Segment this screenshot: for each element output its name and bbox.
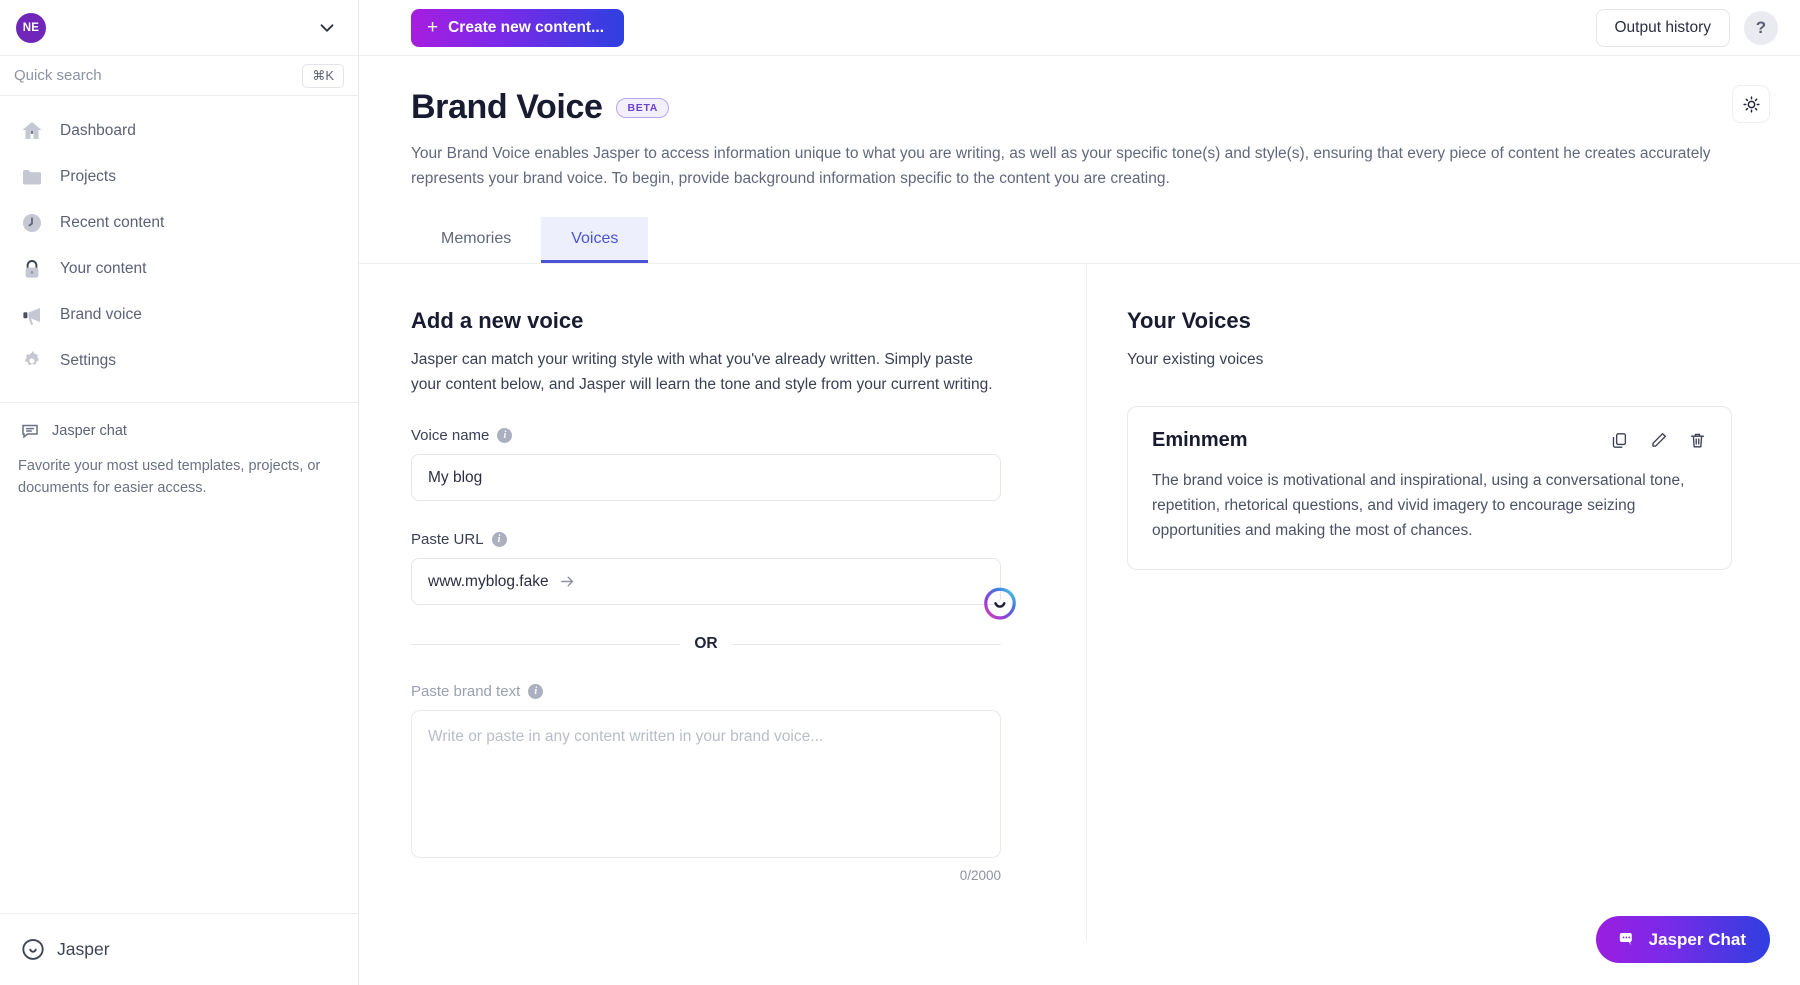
sidebar-item-label: Projects <box>60 168 116 186</box>
home-icon <box>20 119 44 143</box>
gear-icon <box>20 349 44 373</box>
sidebar-nav: Dashboard Projects Recent content Your c… <box>0 96 358 392</box>
paste-url-value: www.myblog.fake <box>428 573 549 591</box>
page-description: Your Brand Voice enables Jasper to acces… <box>411 141 1711 191</box>
account-switcher[interactable]: NE <box>0 0 358 56</box>
sidebar-item-label: Dashboard <box>60 122 136 140</box>
jasper-blob-icon[interactable] <box>981 585 1019 623</box>
your-voices-title: Your Voices <box>1127 308 1800 334</box>
sidebar-jasper-chat[interactable]: Jasper chat <box>0 403 358 441</box>
help-button[interactable]: ? <box>1744 11 1778 45</box>
search-shortcut-badge: ⌘K <box>302 64 344 88</box>
sidebar-item-recent-content[interactable]: Recent content <box>0 200 358 246</box>
voice-card-actions <box>1610 431 1707 450</box>
sidebar-item-label: Brand voice <box>60 306 142 324</box>
divider-line-left <box>411 644 680 645</box>
plus-icon: + <box>427 18 438 37</box>
sidebar-item-projects[interactable]: Projects <box>0 154 358 200</box>
tab-voices[interactable]: Voices <box>541 217 648 263</box>
page-content: Brand Voice BETA Your Brand Voice enable… <box>359 56 1800 985</box>
info-icon[interactable]: i <box>528 684 543 699</box>
folder-icon <box>20 165 44 189</box>
topbar: + Create new content... Output history ? <box>359 0 1800 56</box>
avatar: NE <box>16 13 46 43</box>
create-new-content-label: Create new content... <box>448 19 604 37</box>
character-counter: 0/2000 <box>411 868 1001 883</box>
your-voices-subtitle: Your existing voices <box>1127 347 1717 372</box>
app-root: NE Quick search ⌘K Dashboard Projects <box>0 0 1800 985</box>
paste-url-value-group: www.myblog.fake <box>428 573 576 591</box>
info-icon[interactable]: i <box>492 532 507 547</box>
paste-url-input[interactable]: www.myblog.fake <box>411 558 1001 605</box>
jasper-logo-icon <box>20 937 46 963</box>
chat-bubble-icon <box>20 421 40 441</box>
sidebar-item-label: Recent content <box>60 214 164 232</box>
megaphone-icon <box>20 303 44 327</box>
voice-name-field: Voice name i My blog <box>411 427 1001 501</box>
divider-line-right <box>732 644 1001 645</box>
jasper-chat-fab-label: Jasper Chat <box>1649 930 1746 950</box>
tab-memories[interactable]: Memories <box>411 217 541 263</box>
page-header: Brand Voice BETA Your Brand Voice enable… <box>359 56 1800 191</box>
search-placeholder: Quick search <box>14 67 102 84</box>
chevron-down-icon[interactable] <box>316 17 338 39</box>
voice-card-description: The brand voice is motivational and insp… <box>1152 468 1707 543</box>
paste-url-label: Paste URL <box>411 531 484 548</box>
sidebar-spacer <box>0 499 358 913</box>
edit-icon[interactable] <box>1649 431 1668 450</box>
add-voice-title: Add a new voice <box>411 308 1086 334</box>
voice-card-name: Eminmem <box>1152 429 1248 452</box>
sidebar-item-settings[interactable]: Settings <box>0 338 358 384</box>
topbar-right-group: Output history ? <box>1596 9 1779 47</box>
page-title-row: Brand Voice BETA <box>411 88 1748 127</box>
paste-url-label-row: Paste URL i <box>411 531 1001 548</box>
jasper-chat-fab[interactable]: Jasper Chat <box>1596 916 1770 963</box>
or-divider: OR <box>411 635 1001 653</box>
voice-name-value: My blog <box>428 469 482 487</box>
voice-name-input[interactable]: My blog <box>411 454 1001 501</box>
paste-brand-text-label: Paste brand text <box>411 683 520 700</box>
lightbulb-button[interactable] <box>1732 85 1770 123</box>
paste-brand-text-label-row: Paste brand text i <box>411 683 1001 700</box>
sidebar-item-dashboard[interactable]: Dashboard <box>0 108 358 154</box>
sidebar-item-brand-voice[interactable]: Brand voice <box>0 292 358 338</box>
sidebar-item-label: Settings <box>60 352 116 370</box>
search-input[interactable]: Quick search ⌘K <box>0 56 358 96</box>
clock-icon <box>20 211 44 235</box>
sidebar-hint-text: Favorite your most used templates, proje… <box>0 441 358 499</box>
info-icon[interactable]: i <box>497 428 512 443</box>
sidebar: NE Quick search ⌘K Dashboard Projects <box>0 0 359 985</box>
sidebar-item-label: Your content <box>60 260 146 278</box>
paste-brand-text-field: Paste brand text i Write or paste in any… <box>411 683 1001 883</box>
create-new-content-button[interactable]: + Create new content... <box>411 9 624 47</box>
voice-name-label: Voice name <box>411 427 489 444</box>
lock-icon <box>20 257 44 281</box>
or-label: OR <box>694 635 717 653</box>
voice-card[interactable]: Eminmem <box>1127 406 1732 570</box>
main-area: + Create new content... Output history ?… <box>359 0 1800 985</box>
paste-url-field: Paste URL i www.myblog.fake <box>411 531 1001 605</box>
columns: Add a new voice Jasper can match your wr… <box>359 264 1800 941</box>
tab-bar: Memories Voices <box>359 217 1800 264</box>
voice-name-label-row: Voice name i <box>411 427 1001 444</box>
sidebar-jasper-chat-label: Jasper chat <box>52 423 127 439</box>
arrow-right-icon[interactable] <box>559 573 576 590</box>
sidebar-brand-name: Jasper <box>57 939 110 960</box>
status-badge: BETA <box>616 98 669 118</box>
output-history-button[interactable]: Output history <box>1596 9 1731 47</box>
add-voice-description: Jasper can match your writing style with… <box>411 347 1001 397</box>
paste-brand-text-input[interactable]: Write or paste in any content written in… <box>411 710 1001 858</box>
chat-bubble-icon <box>1616 929 1637 950</box>
delete-icon[interactable] <box>1688 431 1707 450</box>
add-new-voice-panel: Add a new voice Jasper can match your wr… <box>359 264 1086 941</box>
voice-card-header: Eminmem <box>1152 429 1707 452</box>
sidebar-brand-footer[interactable]: Jasper <box>0 913 358 985</box>
page-title: Brand Voice <box>411 88 602 127</box>
sidebar-item-your-content[interactable]: Your content <box>0 246 358 292</box>
lightbulb-icon <box>1741 94 1762 115</box>
your-voices-panel: Your Voices Your existing voices Eminmem <box>1086 264 1800 941</box>
copy-icon[interactable] <box>1610 431 1629 450</box>
